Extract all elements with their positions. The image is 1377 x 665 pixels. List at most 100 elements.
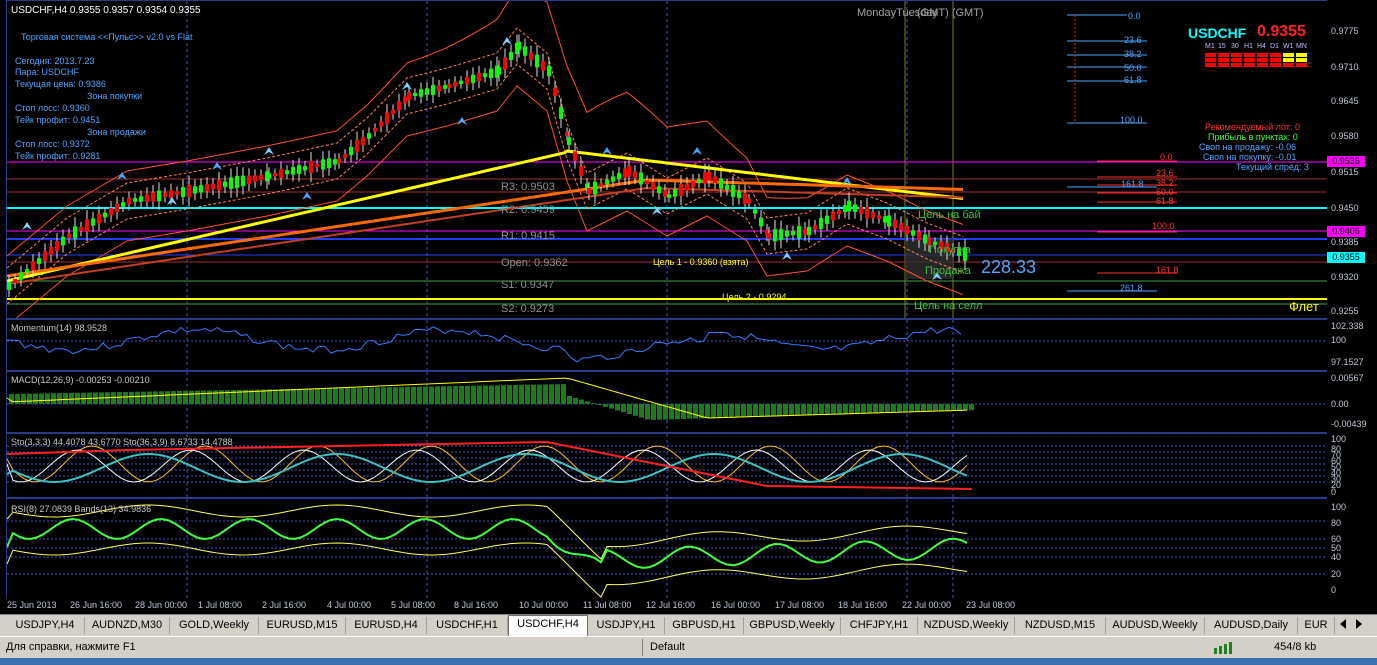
tab-nzdusd-m15[interactable]: NZDUSD,M15 (1015, 617, 1106, 634)
macd-bar (297, 388, 302, 404)
candle-body (541, 61, 545, 71)
macd-bar (531, 384, 536, 404)
buy-label: Покупка (929, 244, 971, 256)
tab-eurusd-m15[interactable]: EURUSD,M15 (259, 617, 346, 634)
timeframe-strength-bar (1270, 58, 1281, 62)
macd-bar (429, 386, 434, 404)
candle-body (103, 212, 107, 218)
tab-gbpusd-weekly[interactable]: GBPUSD,Weekly (744, 617, 841, 634)
candle-body (547, 65, 551, 77)
macd-bar (471, 385, 476, 404)
tab-eur[interactable]: EUR (1298, 617, 1335, 634)
candle-body (181, 187, 185, 197)
timeframe-label: M1 (1205, 43, 1215, 50)
tab-scroll-left-icon[interactable] (1340, 619, 1346, 629)
candle-body (145, 194, 149, 202)
macd-bar (183, 390, 188, 404)
time-tick: 2 Jul 16:00 (262, 600, 307, 610)
macd-bar (141, 391, 146, 404)
candle-body (413, 92, 417, 97)
candle-body (831, 211, 835, 221)
candle-body (663, 190, 667, 197)
macd-bar (747, 404, 752, 417)
macd-bar (435, 386, 440, 404)
macd-bar (387, 387, 392, 404)
tab-gold-weekly[interactable]: GOLD,Weekly (170, 617, 259, 634)
main-chart-pane[interactable]: USDCHF,H4 0.9355 0.9357 0.9354 0.9355 Mo… (6, 0, 1328, 319)
candle-body (871, 212, 875, 218)
rsi-pane[interactable]: RSI(8) 27.0839 Bands(13) 34.9836 (6, 498, 1328, 600)
candle-body (31, 261, 35, 271)
candle-body (747, 199, 751, 203)
candle-body (19, 272, 23, 280)
time-tick: 18 Jul 16:00 (838, 600, 888, 610)
candle-body (25, 269, 29, 273)
candle-body (767, 232, 771, 240)
tab-usdchf-h1[interactable]: USDCHF,H1 (427, 617, 508, 634)
rsi-tick: 0 (1331, 585, 1337, 595)
tab-audnzd-m30[interactable]: AUDNZD,M30 (85, 617, 170, 634)
macd-bar (201, 390, 206, 404)
tab-usdchf-h4[interactable]: USDCHF,H4 (508, 615, 588, 636)
macd-bar (393, 387, 398, 404)
macd-bar (519, 384, 524, 404)
stochastic-pane[interactable]: Sto(3,3,3) 44.4078 43.6770 Sto(36,3,9) 8… (6, 433, 1328, 498)
candle-body (605, 179, 609, 185)
tab-chfjpy-h1[interactable]: CHFJPY,H1 (841, 617, 918, 634)
candle-body (503, 57, 507, 70)
macd-bar (831, 404, 836, 415)
candle-body (157, 190, 161, 202)
candle-body (559, 107, 563, 119)
candle-body (599, 183, 603, 187)
macd-bar (423, 386, 428, 404)
info-buy-take: Тейк профит: 0.9451 (15, 115, 101, 125)
candle-body (853, 204, 857, 212)
candle-body (737, 191, 741, 199)
tab-usdjpy-h4[interactable]: USDJPY,H4 (6, 617, 85, 634)
macd-bar (879, 404, 884, 413)
candle-body (419, 89, 423, 97)
timeframe-label: MN (1296, 43, 1307, 50)
fib-mid-2618: 261.8 (1120, 283, 1143, 293)
candle-body (259, 174, 263, 181)
macd-bar (303, 388, 308, 404)
macd-bar (309, 388, 314, 404)
macd-bar (729, 404, 734, 418)
fib-top-236: 23.6 (1124, 35, 1142, 45)
macd-bar (279, 389, 284, 404)
tab-scroll-right-icon[interactable] (1356, 619, 1362, 629)
momentum-line (7, 320, 1327, 370)
macd-bar (933, 404, 938, 412)
candle-body (703, 172, 707, 184)
macd-bar (321, 388, 326, 404)
candle-body (645, 180, 649, 185)
tab-gbpusd-h1[interactable]: GBPUSD,H1 (665, 617, 744, 634)
os-taskbar (0, 658, 1377, 665)
macd-bar (957, 404, 962, 411)
candle-body (813, 225, 817, 230)
rsi-label: RSI(8) 27.0839 Bands(13) 34.9836 (11, 504, 152, 514)
candle-body (633, 171, 637, 178)
momentum-pane[interactable]: Momentum(14) 98.9528 (6, 319, 1328, 371)
timeframe-strength-bar (1283, 63, 1294, 67)
macd-bar (825, 404, 830, 415)
tab-nzdusd-weekly[interactable]: NZDUSD,Weekly (918, 617, 1015, 634)
macd-bar (921, 404, 926, 412)
candle-body (211, 183, 215, 190)
fib-mid-100: 100.0 (1152, 221, 1175, 231)
tab-usdjpy-h1[interactable]: USDJPY,H1 (588, 617, 665, 634)
macd-bar (813, 404, 818, 415)
tab-audusd-weekly[interactable]: AUDUSD,Weekly (1106, 617, 1205, 634)
macd-pane[interactable]: MACD(12,26,9) -0.00253 -0.00210 (6, 371, 1328, 433)
macd-bar (501, 385, 506, 404)
candle-body (109, 207, 113, 216)
tab-audusd-daily[interactable]: AUDUSD,Daily (1205, 617, 1298, 634)
macd-bar (357, 387, 362, 404)
candle-body (773, 229, 777, 242)
macd-bar (927, 404, 932, 412)
tab-eurusd-h4[interactable]: EURUSD,H4 (346, 617, 427, 634)
macd-bar (129, 391, 134, 404)
candle-body (97, 213, 101, 224)
macd-bar (411, 386, 416, 404)
timeframe-strength-bar (1283, 58, 1294, 62)
